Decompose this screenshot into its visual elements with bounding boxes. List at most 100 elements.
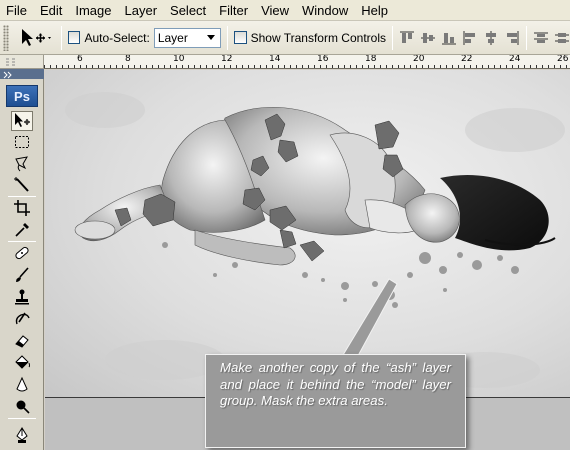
menu-window[interactable]: Window [296, 0, 355, 21]
menu-bar: File Edit Image Layer Select Filter View… [0, 0, 570, 21]
options-separator [392, 25, 393, 50]
lasso-tool[interactable] [11, 154, 33, 174]
auto-select-checkbox[interactable] [67, 31, 81, 44]
align-hcenter-icon [486, 30, 496, 45]
menu-file[interactable]: File [0, 0, 34, 21]
eraser-icon [15, 335, 29, 348]
stamp-icon [15, 289, 29, 305]
eyedropper-tool[interactable] [11, 220, 33, 240]
pen-icon [16, 427, 28, 443]
ruler-origin[interactable] [0, 55, 44, 69]
blur-tool[interactable] [11, 375, 33, 395]
ruler-label: 12 [221, 55, 233, 64]
menu-view[interactable]: View [255, 0, 296, 21]
menu-image[interactable]: Image [69, 0, 118, 21]
options-separator [60, 25, 62, 50]
menu-edit[interactable]: Edit [34, 0, 69, 21]
align-top-icon [400, 31, 414, 43]
toolbox-separator [8, 241, 36, 242]
options-separator [526, 25, 527, 50]
show-transform-label: Show Transform Controls [250, 30, 386, 45]
tool-preset-picker[interactable] [17, 25, 55, 51]
distribute-buttons [533, 30, 570, 46]
toolbox-separator [8, 196, 36, 197]
magic-wand-icon [14, 177, 29, 192]
magic-wand-tool[interactable] [11, 175, 33, 195]
align-bottom-edges-button[interactable] [441, 30, 457, 46]
pen-tool[interactable] [11, 425, 33, 445]
photoshop-logo[interactable]: Ps [6, 85, 38, 107]
auto-select-label: Auto-Select: [84, 30, 150, 45]
clone-stamp-tool[interactable] [11, 287, 33, 307]
options-bar: Auto-Select: Layer Show Transform Contro… [0, 21, 570, 55]
align-left-icon [463, 30, 475, 45]
crop-icon [14, 200, 30, 216]
ruler-label: 18 [365, 55, 377, 64]
menu-select[interactable]: Select [164, 0, 213, 21]
brush-icon [16, 267, 29, 282]
chevron-down-icon [207, 35, 216, 40]
align-buttons [399, 30, 520, 46]
blur-icon [16, 376, 28, 392]
align-vcenter-icon [421, 32, 435, 43]
ruler-label: 6 [77, 55, 83, 64]
collapse-arrows-icon [3, 71, 12, 79]
distribute-vertical-centers-button[interactable] [554, 30, 570, 46]
menu-layer[interactable]: Layer [119, 0, 165, 21]
ruler-label: 8 [125, 55, 131, 64]
ruler-ticks [44, 65, 567, 68]
rect-marquee-icon [15, 136, 29, 148]
options-bar-grip[interactable] [3, 24, 9, 51]
healing-brush-tool[interactable] [11, 243, 33, 263]
align-horizontal-centers-button[interactable] [483, 30, 499, 46]
ruler-label: 10 [173, 55, 185, 64]
ruler-label: 22 [461, 55, 473, 64]
dodge-icon [16, 400, 30, 414]
lasso-icon [15, 156, 28, 172]
dodge-tool[interactable] [11, 397, 33, 417]
horizontal-ruler[interactable]: 6 8 10 12 14 16 18 20 22 24 26 [44, 55, 570, 69]
show-transform-checkbox[interactable] [234, 31, 247, 44]
move-icon [15, 113, 30, 127]
tutorial-callout: Make another copy of the “ash” layer and… [205, 354, 466, 448]
align-right-edges-button[interactable] [504, 30, 520, 46]
align-left-edges-button[interactable] [462, 30, 478, 46]
align-top-edges-button[interactable] [399, 30, 415, 46]
paint-bucket-icon [15, 355, 30, 369]
auto-select-value: Layer [157, 30, 188, 45]
distribute-vcenter-icon [555, 32, 569, 43]
eyedropper-icon [15, 223, 29, 237]
distribute-top-edges-button[interactable] [533, 30, 549, 46]
toolbox-separator [8, 418, 36, 419]
menu-filter[interactable]: Filter [213, 0, 255, 21]
crop-tool[interactable] [11, 198, 33, 218]
history-brush-tool[interactable] [11, 309, 33, 329]
align-vertical-centers-button[interactable] [420, 30, 436, 46]
callout-pointer [339, 278, 398, 366]
document-canvas[interactable] [45, 70, 570, 397]
distribute-top-icon [534, 32, 548, 43]
options-separator [227, 25, 229, 50]
ruler-label: 20 [413, 55, 425, 64]
align-right-icon [507, 30, 519, 45]
ruler-corner-icon [6, 58, 15, 66]
menu-help[interactable]: Help [355, 0, 395, 21]
marquee-tool[interactable] [11, 132, 33, 152]
ruler-label: 16 [317, 55, 329, 64]
auto-select-dropdown[interactable]: Layer [153, 27, 222, 48]
toolbox: Ps [0, 69, 44, 450]
callout-text: Make another copy of the “ash” layer and… [220, 360, 451, 408]
bandage-icon [15, 246, 29, 260]
paint-bucket-tool[interactable] [11, 353, 33, 373]
align-bottom-icon [442, 32, 456, 44]
ruler-label: 14 [269, 55, 281, 64]
ruler-label: 24 [509, 55, 521, 64]
move-tool[interactable] [11, 111, 33, 131]
ruler-label: 26 [557, 55, 569, 64]
eraser-tool[interactable] [11, 331, 33, 351]
brush-tool[interactable] [11, 265, 33, 285]
toolbox-grip[interactable] [0, 69, 44, 79]
history-brush-icon [15, 312, 30, 325]
move-icon [21, 28, 51, 46]
artwork [65, 92, 565, 388]
